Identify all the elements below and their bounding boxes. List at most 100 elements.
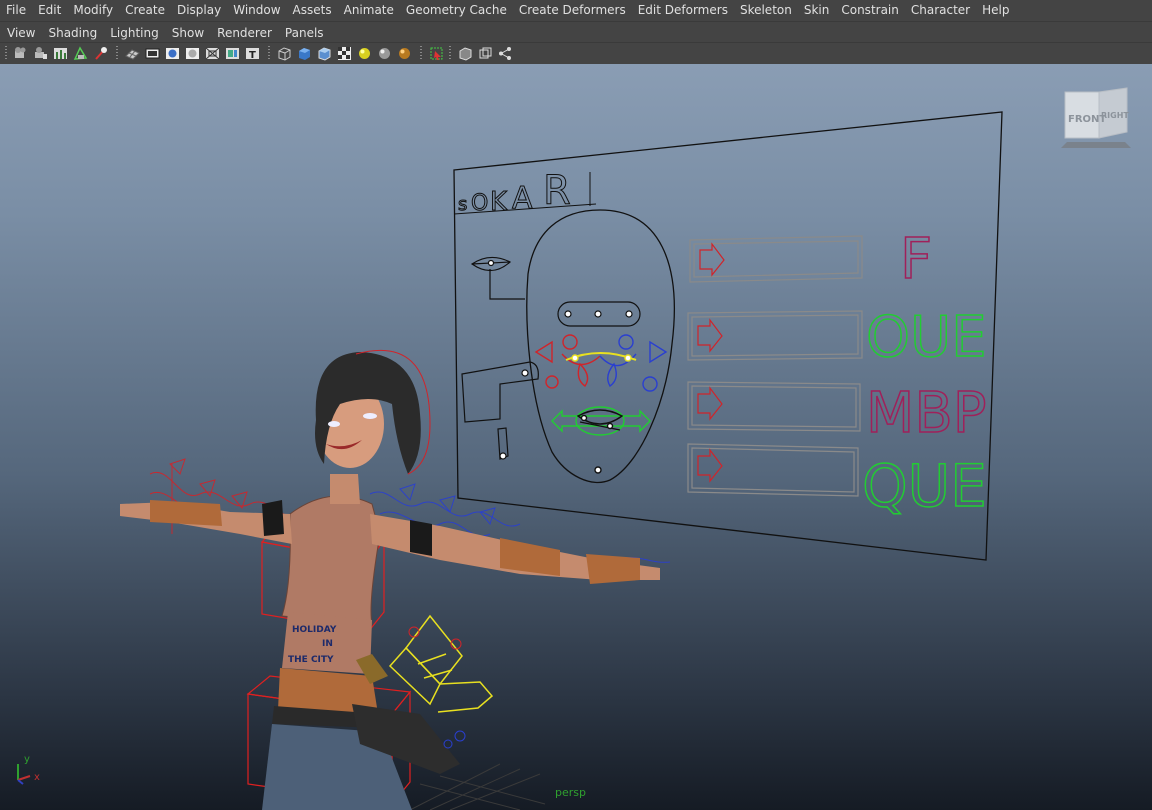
maya-window: File Edit Modify Create Display Window A… bbox=[0, 0, 1152, 810]
title-letter-k: K bbox=[490, 187, 508, 217]
facial-rig-board[interactable]: s O K A R F OUE MBP QUE bbox=[453, 111, 1003, 561]
menu-display[interactable]: Display bbox=[171, 0, 227, 21]
shirt-text-line2: IN bbox=[322, 639, 333, 649]
axis-z-line bbox=[17, 779, 24, 785]
left-eye bbox=[328, 421, 340, 427]
viewcube[interactable]: FRONT RIGHT bbox=[1055, 86, 1140, 156]
menu-character[interactable]: Character bbox=[905, 0, 976, 21]
menu-edit-deformers[interactable]: Edit Deformers bbox=[632, 0, 734, 21]
menu-help[interactable]: Help bbox=[976, 0, 1015, 21]
hand-blue-controls bbox=[443, 730, 466, 749]
ground-grid bbox=[409, 763, 546, 810]
image-plane-icon[interactable] bbox=[93, 46, 108, 61]
shirt-text-line1: HOLIDAY bbox=[292, 625, 337, 635]
cheek-controls bbox=[534, 334, 668, 392]
brow-control bbox=[557, 301, 641, 327]
phoneme-slider-mbp bbox=[687, 381, 861, 432]
safe-title-icon[interactable]: T bbox=[245, 46, 260, 61]
axis-x-line bbox=[17, 775, 31, 781]
textured-icon[interactable] bbox=[337, 46, 352, 61]
xray-components-icon[interactable] bbox=[498, 46, 513, 61]
panel-menu-view[interactable]: View bbox=[0, 23, 41, 43]
xray-joints-icon[interactable] bbox=[478, 46, 493, 61]
right-hand-glove bbox=[586, 554, 640, 584]
shadows-icon[interactable] bbox=[377, 46, 392, 61]
gate-mask-icon[interactable] bbox=[185, 46, 200, 61]
panel-menu-lighting[interactable]: Lighting bbox=[103, 23, 165, 43]
wireframe-icon[interactable] bbox=[277, 46, 292, 61]
right-armband bbox=[410, 520, 432, 556]
title-letter-a: A bbox=[512, 181, 533, 216]
field-chart-icon[interactable] bbox=[205, 46, 220, 61]
neck bbox=[330, 474, 360, 504]
toolbar-separator bbox=[449, 46, 451, 61]
camera-name-label: persp bbox=[555, 786, 586, 799]
panel-toolbar: T bbox=[0, 42, 1152, 65]
bookmark-icon[interactable] bbox=[73, 46, 88, 61]
scene-canvas: s O K A R F OUE MBP QUE HOLIDAY IN THE C… bbox=[120, 111, 1003, 810]
right-eye bbox=[363, 413, 377, 419]
viewcube-right-label: RIGHT bbox=[1101, 111, 1129, 120]
camera-attributes-icon[interactable] bbox=[53, 46, 68, 61]
board-title: s O K A R bbox=[458, 168, 572, 218]
title-letter-s: s bbox=[458, 194, 467, 215]
toolbar-separator bbox=[5, 46, 7, 61]
menu-skeleton[interactable]: Skeleton bbox=[734, 0, 798, 21]
film-gate-icon[interactable] bbox=[145, 46, 160, 61]
svg-text:T: T bbox=[249, 50, 256, 61]
phoneme-label-f: F bbox=[900, 227, 932, 292]
phoneme-slider-oue bbox=[687, 310, 863, 361]
toolbar-separator bbox=[116, 46, 118, 61]
title-letter-r: R bbox=[543, 168, 571, 214]
main-menubar: File Edit Modify Create Display Window A… bbox=[0, 0, 1152, 21]
title-letter-o: O bbox=[471, 191, 488, 216]
axis-x-label: x bbox=[34, 772, 40, 783]
high-quality-icon[interactable] bbox=[397, 46, 412, 61]
axis-gizmo: y x bbox=[10, 750, 50, 790]
menu-assets[interactable]: Assets bbox=[287, 0, 338, 21]
isolate-select-icon[interactable] bbox=[429, 46, 444, 61]
lock-camera-icon[interactable] bbox=[33, 46, 48, 61]
toolbar-separator bbox=[420, 46, 422, 61]
lip-shape-control bbox=[470, 256, 525, 300]
menu-constrain[interactable]: Constrain bbox=[835, 0, 905, 21]
panel-menubar: View Shading Lighting Show Renderer Pane… bbox=[0, 21, 1152, 43]
face-outline bbox=[526, 209, 675, 484]
viewcube-shadow bbox=[1061, 142, 1131, 148]
mouth-control bbox=[551, 406, 651, 474]
tank-top bbox=[281, 495, 381, 625]
smooth-shade-icon[interactable] bbox=[297, 46, 312, 61]
phoneme-slider-f bbox=[689, 235, 863, 283]
xray-icon[interactable] bbox=[458, 46, 473, 61]
menu-skin[interactable]: Skin bbox=[798, 0, 836, 21]
toolbar-separator bbox=[268, 46, 270, 61]
left-armband bbox=[262, 500, 284, 536]
menu-file[interactable]: File bbox=[0, 0, 32, 21]
resolution-gate-icon[interactable] bbox=[165, 46, 180, 61]
panel-menu-show[interactable]: Show bbox=[165, 23, 210, 43]
menu-create[interactable]: Create bbox=[119, 0, 171, 21]
axis-y-label: y bbox=[24, 754, 30, 765]
menu-window[interactable]: Window bbox=[227, 0, 286, 21]
menu-create-deformers[interactable]: Create Deformers bbox=[513, 0, 632, 21]
grid-icon[interactable] bbox=[125, 46, 140, 61]
use-all-lights-icon[interactable] bbox=[357, 46, 372, 61]
panel-menu-panels[interactable]: Panels bbox=[278, 23, 330, 43]
left-glove bbox=[150, 500, 222, 526]
phoneme-slider-que bbox=[687, 443, 859, 497]
menu-modify[interactable]: Modify bbox=[67, 0, 119, 21]
jaw-shape-control bbox=[461, 361, 539, 460]
default-material-icon[interactable] bbox=[317, 46, 332, 61]
panel-menu-renderer[interactable]: Renderer bbox=[210, 23, 278, 43]
shirt-text-line3: THE CITY bbox=[288, 655, 334, 665]
select-camera-icon[interactable] bbox=[13, 46, 28, 61]
phoneme-label-oue: OUE bbox=[866, 305, 986, 370]
phoneme-label-mbp: MBP bbox=[866, 381, 987, 446]
character-model[interactable]: HOLIDAY IN THE CITY bbox=[120, 349, 671, 810]
perspective-viewport[interactable]: s O K A R F OUE MBP QUE HOLIDAY IN THE C… bbox=[0, 64, 1152, 810]
menu-geometry-cache[interactable]: Geometry Cache bbox=[400, 0, 513, 21]
menu-edit[interactable]: Edit bbox=[32, 0, 67, 21]
panel-menu-shading[interactable]: Shading bbox=[41, 23, 103, 43]
safe-action-icon[interactable] bbox=[225, 46, 240, 61]
menu-animate[interactable]: Animate bbox=[338, 0, 400, 21]
